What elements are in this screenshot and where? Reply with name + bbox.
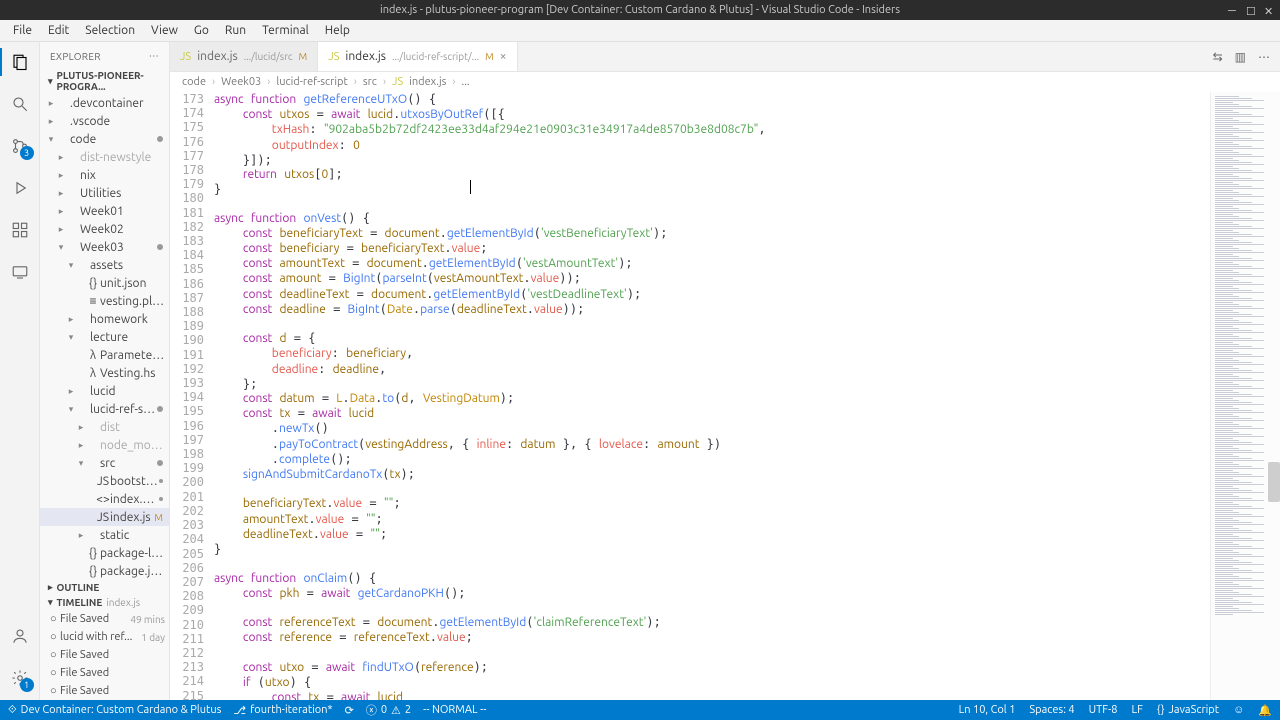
tree-item[interactable]: ▸dist-newstyle — [40, 148, 169, 166]
problems[interactable]: ⓧ0 ⚠2 — [366, 702, 411, 718]
tree-item[interactable]: {}unit.json — [40, 274, 169, 292]
settings-badge: 1 — [20, 678, 34, 692]
eol[interactable]: LF — [1131, 704, 1142, 717]
timeline-list: ○File Saved49 mins○lucid with ref...1 da… — [40, 610, 169, 700]
vim-mode: -- NORMAL -- — [423, 704, 486, 716]
text-cursor — [470, 180, 471, 194]
window-title: index.js - plutus-pioneer-program [Dev C… — [380, 4, 900, 16]
menu-go[interactable]: Go — [187, 22, 216, 39]
tree-item[interactable]: JSindex.jsM — [40, 508, 169, 526]
tree-item[interactable]: <>index.html — [40, 490, 169, 508]
timeline-section[interactable]: ▾TIMELINE index.js — [40, 595, 169, 610]
source-control-icon[interactable]: 3 — [8, 134, 32, 158]
tree-item[interactable]: ▸nix — [40, 166, 169, 184]
account-icon[interactable] — [8, 624, 32, 648]
tree-item[interactable]: ▸.vscode — [40, 112, 169, 130]
menu-terminal[interactable]: Terminal — [255, 22, 316, 39]
menu-bar: File Edit Selection View Go Run Terminal… — [0, 20, 1280, 42]
menu-help[interactable]: Help — [318, 22, 357, 39]
search-icon[interactable] — [8, 92, 32, 116]
tree-item[interactable]: ▸.devcontainer — [40, 94, 169, 112]
timeline-item[interactable]: ○File Saved — [40, 682, 169, 700]
activity-bar: 3 1 — [0, 42, 40, 700]
diff-icon[interactable]: ⇆ — [1213, 50, 1223, 64]
debug-icon[interactable] — [8, 176, 32, 200]
code-editor[interactable]: 173 174 175 176 177 178 179 180 181 182 … — [170, 92, 1280, 700]
tree-item[interactable]: ▾assets — [40, 256, 169, 274]
tree-item[interactable]: λVesting.hs — [40, 364, 169, 382]
more-icon[interactable]: ⋯ — [149, 50, 159, 62]
sidebar-project[interactable]: ▾PLUTUS-PIONEER-PROGRA... — [40, 68, 169, 94]
timeline-item[interactable]: ○lucid with ref...1 day — [40, 628, 169, 646]
tree-item[interactable]: ▾Week03 — [40, 238, 169, 256]
scm-badge: 3 — [20, 146, 34, 160]
tree-item[interactable]: ▾src — [40, 454, 169, 472]
menu-run[interactable]: Run — [218, 22, 253, 39]
minimize-icon[interactable]: ─ — [1228, 5, 1238, 15]
extensions-icon[interactable] — [8, 218, 32, 242]
editor-tabs: JS index.js .../lucid/src M JS index.js … — [170, 42, 1280, 72]
js-icon: JS — [328, 51, 339, 63]
git-branch[interactable]: ⎇fourth-iteration* — [233, 704, 332, 717]
gear-icon[interactable]: 1 — [8, 666, 32, 690]
tree-item[interactable]: ▸static — [40, 526, 169, 544]
scroll-thumb[interactable] — [1268, 462, 1280, 502]
feedback-icon[interactable]: ☺ — [1233, 704, 1244, 717]
tree-item[interactable]: ▸lucid — [40, 382, 169, 400]
js-icon: JS — [180, 51, 191, 63]
scrollbar[interactable] — [1268, 92, 1280, 700]
tree-item[interactable]: ▸node_modules — [40, 436, 169, 454]
breadcrumb[interactable]: code› Week03› lucid-ref-script› src› JS … — [170, 72, 1280, 92]
outline-section[interactable]: ▸OUTLINE — [40, 580, 169, 595]
tree-item[interactable]: ▾lucid-ref-script — [40, 400, 169, 418]
indent[interactable]: Spaces: 4 — [1029, 704, 1074, 717]
tree-item[interactable]: ▸Week02 — [40, 220, 169, 238]
code-content[interactable]: async function getReferenceUTxO() { cons… — [214, 92, 1210, 700]
tree-item[interactable]: ▾lecture — [40, 328, 169, 346]
tree-item[interactable]: {}package-lock.json — [40, 544, 169, 562]
tree-item[interactable]: λParameterizedVes... — [40, 346, 169, 364]
bell-icon[interactable]: 🔔 — [1258, 704, 1272, 717]
window-controls: ─ ☐ ✕ — [1228, 5, 1274, 15]
tab-index-refscript[interactable]: JS index.js .../lucid-ref-script/... M × — [318, 42, 517, 71]
status-bar: ⟐Dev Container: Custom Cardano & Plutus … — [0, 700, 1280, 720]
tree-item[interactable]: ▸dist — [40, 418, 169, 436]
close-tab-icon[interactable]: × — [500, 50, 507, 63]
sidebar: EXPLORER⋯ ▾PLUTUS-PIONEER-PROGRA... ▸.de… — [40, 42, 170, 700]
menu-edit[interactable]: Edit — [41, 22, 76, 39]
maximize-icon[interactable]: ☐ — [1246, 5, 1256, 15]
explorer-icon[interactable] — [8, 50, 32, 74]
file-tree: ▸.devcontainer▸.vscode▾code▸dist-newstyl… — [40, 94, 169, 580]
remote-indicator[interactable]: ⟐Dev Container: Custom Cardano & Plutus — [8, 704, 221, 717]
tree-item[interactable]: ≡vesting.plutus — [40, 292, 169, 310]
tree-item[interactable]: JSbootstrap-dateti... — [40, 472, 169, 490]
timeline-item[interactable]: ○File Saved — [40, 664, 169, 682]
line-gutter: 173 174 175 176 177 178 179 180 181 182 … — [170, 92, 214, 700]
cursor-position[interactable]: Ln 10, Col 1 — [959, 704, 1016, 717]
encoding[interactable]: UTF-8 — [1089, 704, 1118, 717]
split-icon[interactable]: ▥ — [1235, 50, 1246, 64]
timeline-item[interactable]: ○File Saved49 mins — [40, 610, 169, 628]
tab-index-lucid[interactable]: JS index.js .../lucid/src M — [170, 42, 318, 71]
close-icon[interactable]: ✕ — [1264, 5, 1274, 15]
sync-button[interactable]: ⟳ — [345, 704, 354, 717]
more-icon[interactable]: ⋯ — [1258, 50, 1270, 64]
tree-item[interactable]: ▸homework — [40, 310, 169, 328]
tree-item[interactable]: ▸Utilities — [40, 184, 169, 202]
tree-item[interactable]: ▸Week01 — [40, 202, 169, 220]
timeline-item[interactable]: ○File Saved — [40, 646, 169, 664]
menu-view[interactable]: View — [144, 22, 185, 39]
tree-item[interactable]: ▾code — [40, 130, 169, 148]
tree-item[interactable]: {}package.json — [40, 562, 169, 580]
remote-icon[interactable] — [8, 260, 32, 284]
menu-selection[interactable]: Selection — [78, 22, 142, 39]
menu-file[interactable]: File — [6, 22, 39, 39]
sidebar-title: EXPLORER⋯ — [40, 42, 169, 68]
language-mode[interactable]: {}JavaScript — [1157, 704, 1219, 717]
title-bar: index.js - plutus-pioneer-program [Dev C… — [0, 0, 1280, 20]
editor-area: JS index.js .../lucid/src M JS index.js … — [170, 42, 1280, 700]
